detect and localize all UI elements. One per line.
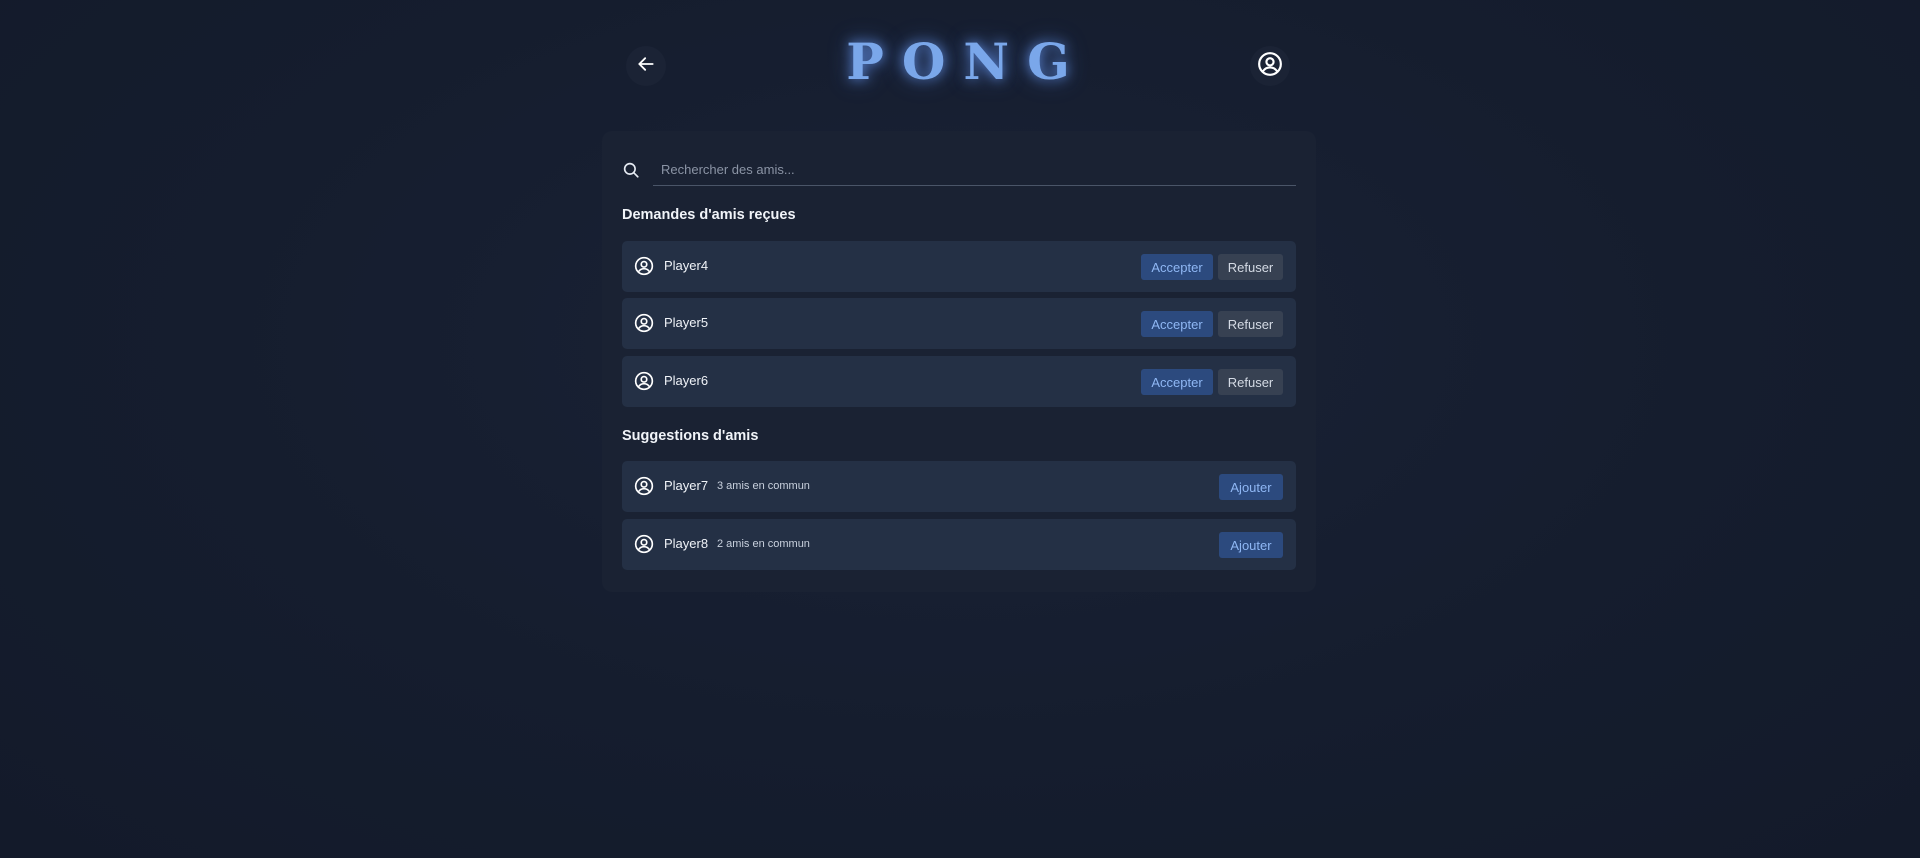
search-icon xyxy=(622,161,640,183)
accept-button[interactable]: Accepter xyxy=(1141,311,1213,337)
suggestion-row: Player7 3 amis en commun Ajouter xyxy=(622,461,1296,512)
player-name: Player4 xyxy=(664,258,709,273)
add-friend-button[interactable]: Ajouter xyxy=(1219,532,1283,558)
mutual-friends-count: 2 amis en commun xyxy=(717,538,810,550)
user-circle-icon xyxy=(634,371,654,395)
add-friend-button[interactable]: Ajouter xyxy=(1219,474,1283,500)
friends-panel: Demandes d'amis reçues Player4 Accepter … xyxy=(602,131,1316,592)
suggestions-title: Suggestions d'amis xyxy=(622,428,759,444)
profile-button[interactable] xyxy=(1250,46,1290,86)
accept-button[interactable]: Accepter xyxy=(1141,369,1213,395)
refuse-button[interactable]: Refuser xyxy=(1218,254,1283,280)
request-row: Player6 Accepter Refuser xyxy=(622,356,1296,407)
header: PONG xyxy=(626,32,1290,91)
request-row: Player5 Accepter Refuser xyxy=(622,298,1296,349)
user-circle-icon xyxy=(634,313,654,337)
requests-title: Demandes d'amis reçues xyxy=(622,207,796,223)
player-name: Player6 xyxy=(664,373,709,388)
user-circle-icon xyxy=(634,534,654,558)
refuse-button[interactable]: Refuser xyxy=(1218,369,1283,395)
user-circle-icon xyxy=(634,476,654,500)
player-name: Player7 xyxy=(664,478,709,493)
request-row: Player4 Accepter Refuser xyxy=(622,241,1296,292)
player-name: Player5 xyxy=(664,315,709,330)
search-bar xyxy=(622,153,1296,187)
user-circle-icon xyxy=(1257,51,1283,81)
accept-button[interactable]: Accepter xyxy=(1141,254,1213,280)
mutual-friends-count: 3 amis en commun xyxy=(717,480,810,492)
user-circle-icon xyxy=(634,256,654,280)
player-name: Player8 xyxy=(664,536,709,551)
suggestion-row: Player8 2 amis en commun Ajouter xyxy=(622,519,1296,570)
refuse-button[interactable]: Refuser xyxy=(1218,311,1283,337)
search-input[interactable] xyxy=(653,153,1296,186)
app-logo: PONG xyxy=(846,32,1088,91)
